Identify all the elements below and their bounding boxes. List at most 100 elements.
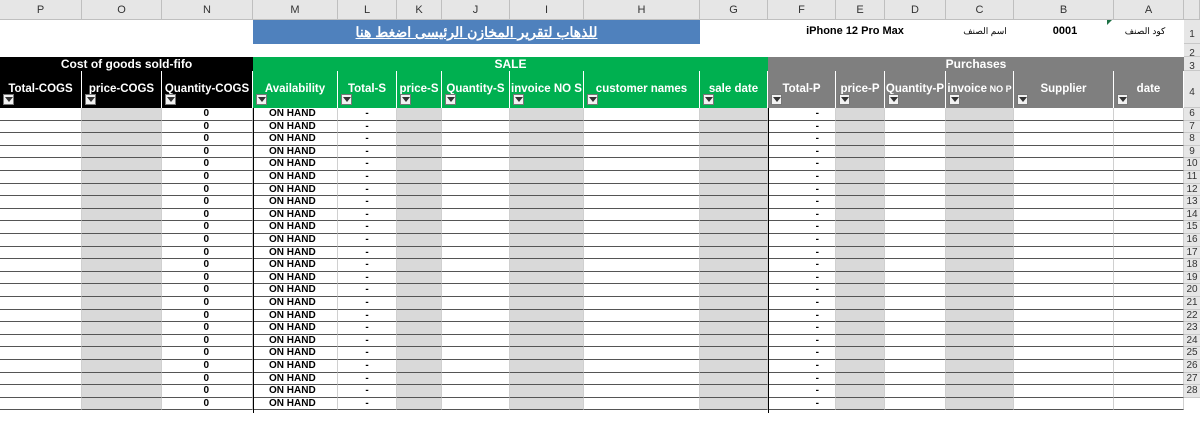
table-cell[interactable] bbox=[82, 372, 162, 386]
table-cell[interactable]: - bbox=[338, 120, 397, 134]
column-header-i[interactable]: I bbox=[510, 0, 584, 20]
table-cell[interactable] bbox=[397, 234, 442, 247]
table-cell[interactable]: 0 bbox=[162, 309, 253, 323]
table-cell[interactable] bbox=[1014, 246, 1114, 260]
table-cell[interactable] bbox=[510, 171, 584, 184]
table-cell[interactable] bbox=[0, 284, 82, 297]
table-cell[interactable] bbox=[1114, 271, 1184, 285]
table-cell[interactable] bbox=[82, 259, 162, 272]
table-cell[interactable] bbox=[0, 271, 82, 285]
table-cell[interactable] bbox=[946, 397, 1014, 411]
table-cell[interactable] bbox=[1114, 372, 1184, 386]
filter-dropdown-button[interactable] bbox=[587, 94, 598, 105]
table-cell[interactable]: - bbox=[768, 397, 836, 411]
table-cell[interactable]: 0 bbox=[162, 334, 253, 348]
table-cell[interactable] bbox=[885, 372, 946, 386]
row-number-19[interactable]: 19 bbox=[1184, 271, 1200, 285]
table-cell[interactable] bbox=[82, 284, 162, 297]
table-cell[interactable]: 0 bbox=[162, 108, 253, 121]
table-cell[interactable] bbox=[1114, 297, 1184, 310]
table-cell[interactable] bbox=[0, 108, 82, 121]
table-cell[interactable] bbox=[885, 309, 946, 323]
table-cell[interactable] bbox=[946, 347, 1014, 360]
row-number-16[interactable]: 16 bbox=[1184, 234, 1200, 247]
table-cell[interactable] bbox=[584, 385, 700, 398]
table-cell[interactable] bbox=[885, 271, 946, 285]
table-cell[interactable]: 0 bbox=[162, 171, 253, 184]
table-cell[interactable]: ON HAND bbox=[253, 133, 338, 146]
table-cell[interactable]: ON HAND bbox=[253, 397, 338, 411]
table-cell[interactable] bbox=[0, 246, 82, 260]
table-cell[interactable]: ON HAND bbox=[253, 284, 338, 297]
table-cell[interactable] bbox=[885, 322, 946, 335]
table-cell[interactable] bbox=[82, 183, 162, 197]
row-number-24[interactable]: 24 bbox=[1184, 334, 1200, 348]
row-number-12[interactable]: 12 bbox=[1184, 183, 1200, 197]
table-cell[interactable]: ON HAND bbox=[253, 347, 338, 360]
table-cell[interactable] bbox=[442, 322, 510, 335]
table-cell[interactable] bbox=[885, 133, 946, 146]
table-cell[interactable] bbox=[0, 297, 82, 310]
item-code-value[interactable]: 0001 bbox=[1030, 25, 1100, 39]
table-cell[interactable]: 0 bbox=[162, 322, 253, 335]
table-cell[interactable] bbox=[836, 372, 885, 386]
table-cell[interactable] bbox=[1114, 309, 1184, 323]
table-cell[interactable]: ON HAND bbox=[253, 196, 338, 209]
table-cell[interactable]: 0 bbox=[162, 196, 253, 209]
table-cell[interactable] bbox=[836, 397, 885, 411]
table-cell[interactable]: - bbox=[338, 108, 397, 121]
row-number-1[interactable]: 1 bbox=[1184, 20, 1200, 44]
table-cell[interactable] bbox=[510, 221, 584, 234]
table-cell[interactable] bbox=[397, 322, 442, 335]
column-header-p[interactable]: P bbox=[0, 0, 82, 20]
table-cell[interactable] bbox=[946, 208, 1014, 222]
table-cell[interactable] bbox=[82, 309, 162, 323]
table-cell[interactable] bbox=[836, 360, 885, 373]
column-header-m[interactable]: M bbox=[253, 0, 338, 20]
table-cell[interactable] bbox=[1014, 145, 1114, 159]
table-cell[interactable] bbox=[442, 221, 510, 234]
table-cell[interactable] bbox=[1114, 284, 1184, 297]
table-cell[interactable]: ON HAND bbox=[253, 171, 338, 184]
column-header-n[interactable]: N bbox=[162, 0, 253, 20]
filter-dropdown-button[interactable] bbox=[1017, 94, 1028, 105]
row-number-18[interactable]: 18 bbox=[1184, 259, 1200, 272]
table-cell[interactable] bbox=[885, 158, 946, 171]
table-cell[interactable] bbox=[700, 284, 768, 297]
table-cell[interactable]: - bbox=[338, 309, 397, 323]
table-cell[interactable] bbox=[442, 208, 510, 222]
row-number-10[interactable]: 10 bbox=[1184, 158, 1200, 171]
column-header-c[interactable]: C bbox=[946, 0, 1014, 20]
row-number-6[interactable]: 6 bbox=[1184, 108, 1200, 121]
table-cell[interactable]: ON HAND bbox=[253, 297, 338, 310]
table-cell[interactable] bbox=[836, 221, 885, 234]
table-cell[interactable] bbox=[82, 397, 162, 411]
table-cell[interactable] bbox=[1014, 385, 1114, 398]
row-number-8[interactable]: 8 bbox=[1184, 133, 1200, 146]
table-cell[interactable] bbox=[1014, 234, 1114, 247]
table-cell[interactable] bbox=[397, 208, 442, 222]
table-cell[interactable] bbox=[700, 171, 768, 184]
filter-dropdown-button[interactable] bbox=[85, 94, 96, 105]
table-cell[interactable]: 0 bbox=[162, 397, 253, 411]
table-cell[interactable] bbox=[442, 158, 510, 171]
filter-dropdown-button[interactable] bbox=[445, 94, 456, 105]
table-cell[interactable] bbox=[1014, 284, 1114, 297]
table-cell[interactable]: 0 bbox=[162, 372, 253, 386]
table-cell[interactable] bbox=[885, 334, 946, 348]
row-number-27[interactable]: 27 bbox=[1184, 372, 1200, 386]
column-header-a[interactable]: A bbox=[1114, 0, 1184, 20]
table-cell[interactable] bbox=[885, 297, 946, 310]
table-cell[interactable] bbox=[700, 271, 768, 285]
table-cell[interactable]: ON HAND bbox=[253, 208, 338, 222]
table-cell[interactable]: - bbox=[768, 246, 836, 260]
table-cell[interactable] bbox=[0, 385, 82, 398]
table-cell[interactable]: - bbox=[768, 284, 836, 297]
table-cell[interactable] bbox=[700, 183, 768, 197]
row-number-26[interactable]: 26 bbox=[1184, 360, 1200, 373]
table-cell[interactable] bbox=[946, 360, 1014, 373]
table-cell[interactable] bbox=[946, 108, 1014, 121]
table-cell[interactable] bbox=[397, 271, 442, 285]
table-cell[interactable] bbox=[584, 334, 700, 348]
row-number-7[interactable]: 7 bbox=[1184, 120, 1200, 134]
